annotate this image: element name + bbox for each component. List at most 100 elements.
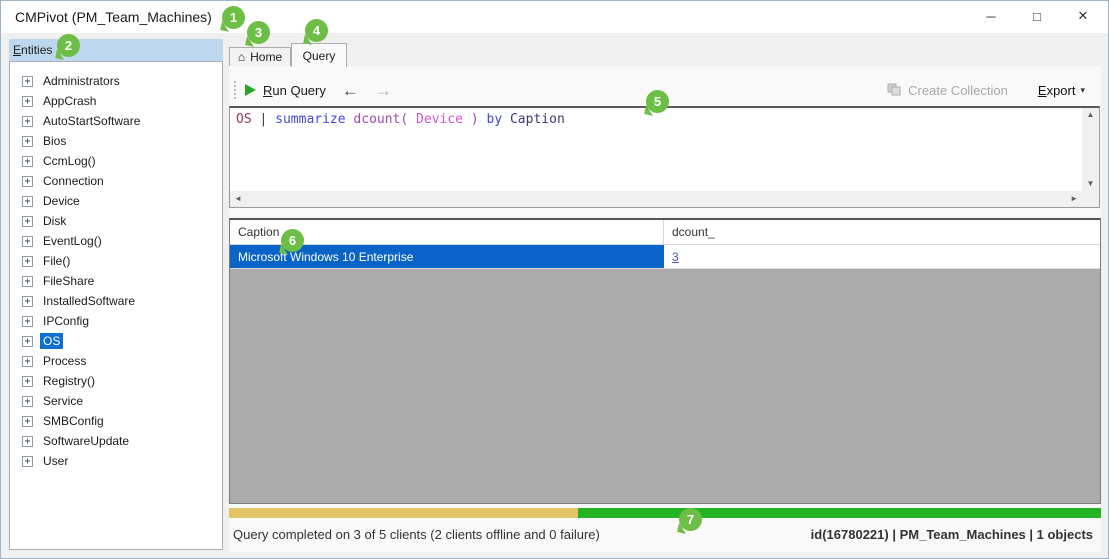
tree-item-label[interactable]: OS — [40, 333, 64, 349]
query-token: ) — [470, 112, 479, 127]
query-token — [463, 112, 471, 127]
progress-segment-0 — [229, 508, 578, 518]
create-collection-icon — [887, 83, 901, 96]
tree-item-process[interactable]: + Process — [10, 351, 222, 371]
callout-6: 6 — [281, 229, 304, 252]
tree-item-disk[interactable]: + Disk — [10, 211, 222, 231]
callout-2: 2 — [57, 34, 80, 57]
expand-plus-icon[interactable]: + — [22, 395, 33, 407]
chevron-down-icon: ▾ — [1080, 84, 1085, 95]
query-token: OS — [236, 112, 252, 127]
expand-plus-icon[interactable]: + — [22, 315, 33, 327]
window-title: CMPivot (PM_Team_Machines) — [15, 9, 212, 25]
progress-segment-1 — [577, 508, 1101, 518]
editor-vertical-scrollbar[interactable]: ▲ ▼ — [1082, 108, 1099, 191]
expand-plus-icon[interactable]: + — [22, 355, 33, 367]
tree-item-label[interactable]: Administrators — [40, 73, 123, 89]
scroll-down-icon[interactable]: ▼ — [1087, 180, 1095, 188]
expand-plus-icon[interactable]: + — [22, 415, 33, 427]
tree-item-label[interactable]: EventLog() — [40, 233, 105, 249]
tree-item-os[interactable]: + OS — [10, 331, 222, 351]
tree-item-autostartsoftware[interactable]: + AutoStartSoftware — [10, 111, 222, 131]
close-button[interactable]: ✕ — [1060, 1, 1106, 31]
tab-home-label: Home — [250, 50, 283, 64]
expand-plus-icon[interactable]: + — [22, 175, 33, 187]
expand-plus-icon[interactable]: + — [22, 115, 33, 127]
tree-item-connection[interactable]: + Connection — [10, 171, 222, 191]
run-query-button[interactable]: Run Query — [263, 83, 326, 98]
tree-item-label[interactable]: CcmLog() — [40, 153, 99, 169]
scroll-left-icon[interactable]: ◄ — [234, 195, 242, 203]
expand-plus-icon[interactable]: + — [22, 235, 33, 247]
callout-5: 5 — [646, 90, 669, 113]
expand-plus-icon[interactable]: + — [22, 135, 33, 147]
cmpivot-window: CMPivot (PM_Team_Machines) ─ □ ✕ Entitie… — [0, 0, 1109, 559]
tree-item-label[interactable]: AutoStartSoftware — [40, 113, 143, 129]
tree-item-label[interactable]: User — [40, 453, 71, 469]
tree-item-label[interactable]: File() — [40, 253, 73, 269]
expand-plus-icon[interactable]: + — [22, 75, 33, 87]
expand-plus-icon[interactable]: + — [22, 195, 33, 207]
tree-item-eventlog[interactable]: + EventLog() — [10, 231, 222, 251]
tree-item-label[interactable]: InstalledSoftware — [40, 293, 138, 309]
tree-item-label[interactable]: Process — [40, 353, 89, 369]
tree-item-softwareupdate[interactable]: + SoftwareUpdate — [10, 431, 222, 451]
editor-horizontal-scrollbar[interactable]: ◄ ► — [230, 191, 1082, 207]
export-button[interactable]: Export ▾ — [1038, 83, 1085, 98]
history-back-icon[interactable]: ← — [342, 82, 359, 99]
expand-plus-icon[interactable]: + — [22, 435, 33, 447]
tree-item-file[interactable]: + File() — [10, 251, 222, 271]
tree-item-administrators[interactable]: + Administrators — [10, 71, 222, 91]
expand-plus-icon[interactable]: + — [22, 275, 33, 287]
maximize-button[interactable]: □ — [1014, 1, 1060, 31]
tree-item-label[interactable]: Device — [40, 193, 83, 209]
results-grid: Caption dcount_ Microsoft Windows 10 Ent… — [229, 218, 1101, 504]
expand-plus-icon[interactable]: + — [22, 95, 33, 107]
tree-item-device[interactable]: + Device — [10, 191, 222, 211]
title-bar: CMPivot (PM_Team_Machines) ─ □ ✕ — [1, 1, 1108, 33]
expand-plus-icon[interactable]: + — [22, 215, 33, 227]
tree-item-service[interactable]: + Service — [10, 391, 222, 411]
entities-header: Entities — [9, 39, 223, 61]
callout-7: 7 — [679, 508, 702, 531]
tree-item-label[interactable]: Bios — [40, 133, 69, 149]
scroll-right-icon[interactable]: ► — [1070, 195, 1078, 203]
tree-item-label[interactable]: Registry() — [40, 373, 98, 389]
results-rows: Microsoft Windows 10 Enterprise 3 — [230, 245, 1100, 269]
tree-item-registry[interactable]: + Registry() — [10, 371, 222, 391]
tree-item-fileshare[interactable]: + FileShare — [10, 271, 222, 291]
tab-query[interactable]: Query — [291, 43, 347, 67]
query-text[interactable]: OS | summarize dcount( Device ) by Capti… — [236, 112, 565, 127]
scroll-up-icon[interactable]: ▲ — [1087, 111, 1095, 119]
tree-item-smbconfig[interactable]: + SMBConfig — [10, 411, 222, 431]
entities-tree[interactable]: + Administrators + AppCrash + AutoStartSoftwa… — [9, 61, 223, 550]
tree-item-label[interactable]: Connection — [40, 173, 107, 189]
tree-item-label[interactable]: Service — [40, 393, 86, 409]
expand-plus-icon[interactable]: + — [22, 455, 33, 467]
tree-item-user[interactable]: + User — [10, 451, 222, 471]
tree-item-label[interactable]: AppCrash — [40, 93, 99, 109]
tab-home[interactable]: ⌂ Home — [229, 47, 291, 67]
expand-plus-icon[interactable]: + — [22, 335, 33, 347]
tree-item-ipconfig[interactable]: + IPConfig — [10, 311, 222, 331]
expand-plus-icon[interactable]: + — [22, 375, 33, 387]
table-row[interactable]: Microsoft Windows 10 Enterprise 3 — [230, 245, 1100, 269]
status-message: Query completed on 3 of 5 clients (2 cli… — [233, 526, 600, 542]
dcount-link[interactable]: 3 — [672, 250, 679, 264]
tree-item-ccmlog[interactable]: + CcmLog() — [10, 151, 222, 171]
query-editor[interactable]: OS | summarize dcount( Device ) by Capti… — [229, 106, 1100, 208]
tree-item-label[interactable]: FileShare — [40, 273, 97, 289]
column-header-dcount[interactable]: dcount_ — [664, 220, 1100, 244]
query-token — [479, 112, 487, 127]
tree-item-appcrash[interactable]: + AppCrash — [10, 91, 222, 111]
minimize-button[interactable]: ─ — [968, 1, 1014, 31]
tree-item-installedsoftware[interactable]: + InstalledSoftware — [10, 291, 222, 311]
expand-plus-icon[interactable]: + — [22, 255, 33, 267]
tree-item-label[interactable]: SoftwareUpdate — [40, 433, 132, 449]
expand-plus-icon[interactable]: + — [22, 155, 33, 167]
expand-plus-icon[interactable]: + — [22, 295, 33, 307]
tree-item-bios[interactable]: + Bios — [10, 131, 222, 151]
tree-item-label[interactable]: Disk — [40, 213, 69, 229]
tree-item-label[interactable]: SMBConfig — [40, 413, 107, 429]
tree-item-label[interactable]: IPConfig — [40, 313, 92, 329]
